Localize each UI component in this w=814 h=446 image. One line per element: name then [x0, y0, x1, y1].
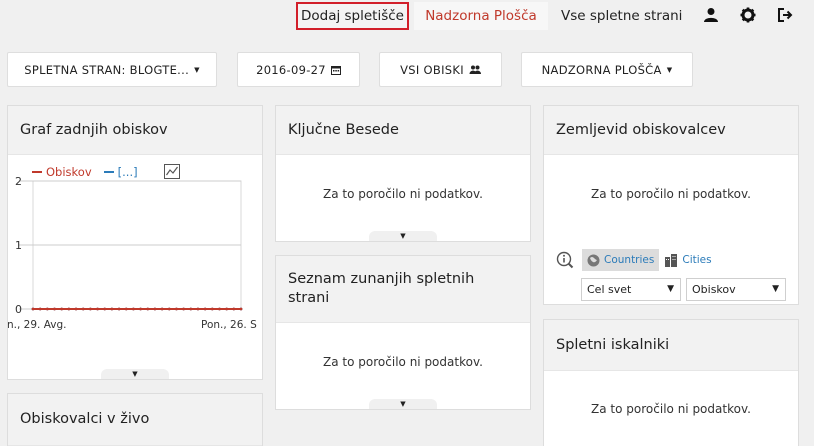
data-point — [38, 307, 42, 311]
segment-selector[interactable]: VSI OBISKI — [379, 52, 502, 87]
data-point — [45, 307, 49, 311]
data-point — [210, 307, 214, 311]
data-point — [160, 307, 164, 311]
data-point — [81, 307, 85, 311]
live-visitors-widget: Obiskovalci v živo — [7, 393, 263, 446]
data-point — [146, 307, 150, 311]
external-sites-widget: Seznam zunanjih spletnih strani Za to po… — [275, 255, 531, 410]
search-engines-widget: Spletni iskalniki Za to poročilo ni poda… — [543, 319, 799, 446]
user-icon[interactable] — [703, 7, 719, 23]
data-point — [203, 307, 207, 311]
chevron-down-icon: ▼ — [772, 284, 779, 294]
dashboard-selector[interactable]: NADZORNA PLOŠČA ▼ — [521, 52, 693, 87]
y-tick-label: 2 — [15, 175, 22, 188]
region-select[interactable]: Cel svet ▼ — [581, 278, 681, 301]
users-icon — [469, 65, 481, 74]
metric-select-value: Obiskov — [692, 283, 736, 296]
calendar-icon — [330, 65, 341, 75]
dashboard-link[interactable]: Nadzorna Plošča — [414, 2, 548, 30]
data-point — [139, 307, 142, 311]
widget-title: Graf zadnjih obiskov — [8, 106, 262, 155]
keywords-widget: Ključne Besede Za to poročilo ni podatko… — [275, 105, 531, 242]
y-tick-label: 1 — [15, 239, 22, 252]
expand-widget-button[interactable]: ▼ — [369, 231, 437, 241]
data-point — [117, 307, 121, 311]
data-point — [88, 307, 92, 311]
x-tick-label: n., 29. Avg. — [8, 319, 67, 331]
x-tick-label: Pon., 26. S — [201, 319, 257, 331]
all-sites-link[interactable]: Vse spletne strani — [561, 2, 682, 30]
data-point — [110, 307, 114, 311]
data-point — [153, 307, 157, 311]
data-point — [96, 307, 99, 311]
tab-countries-label: Countries — [604, 254, 655, 266]
visits-chart: 0 1 2 n., 29. Avg. Pon., 26. S — [8, 175, 257, 331]
site-selector-label: SPLETNA STRAN: BLOGTE... — [24, 62, 190, 77]
widget-title: Ključne Besede — [276, 106, 530, 155]
region-select-value: Cel svet — [587, 283, 632, 296]
no-data-message: Za to poročilo ni podatkov. — [323, 355, 483, 369]
widget-title: Obiskovalci v živo — [8, 394, 262, 446]
widget-title: Spletni iskalniki — [544, 320, 798, 371]
visits-graph-widget: Graf zadnjih obiskov Obiskov [...] 0 1 2 n.… — [7, 105, 263, 380]
widget-title: Zemljevid obiskovalcev — [544, 106, 798, 155]
top-nav: Dodaj spletišče Nadzorna Plošča Vse sple… — [0, 0, 814, 36]
segment-label: VSI OBISKI — [400, 62, 464, 77]
logout-icon[interactable] — [777, 7, 793, 23]
data-point — [60, 307, 64, 311]
tab-cities-label: Cities — [682, 254, 712, 266]
no-data-message: Za to poročilo ni podatkov. — [323, 187, 483, 201]
data-point — [167, 307, 171, 311]
no-data-message: Za to poročilo ni podatkov. — [591, 187, 751, 201]
data-point — [175, 307, 178, 311]
caret-down-icon: ▼ — [666, 65, 673, 74]
data-point — [225, 307, 229, 311]
data-point — [67, 307, 71, 311]
city-icon — [665, 253, 678, 267]
visitor-map-widget: Zemljevid obiskovalcev Za to poročilo ni… — [543, 105, 799, 305]
data-point — [182, 307, 186, 311]
no-data-message: Za to poročilo ni podatkov. — [591, 402, 751, 416]
data-point — [74, 307, 78, 311]
data-point — [239, 307, 243, 311]
info-icon[interactable] — [556, 251, 574, 269]
tab-cities[interactable]: Cities — [659, 249, 716, 271]
globe-icon — [587, 254, 600, 266]
data-point — [132, 307, 135, 311]
data-point — [124, 307, 128, 311]
data-point — [31, 307, 35, 311]
caret-down-icon: ▼ — [194, 65, 200, 74]
widget-title: Seznam zunanjih spletnih strani — [276, 256, 530, 323]
metric-select[interactable]: Obiskov ▼ — [686, 278, 786, 301]
y-tick-label: 0 — [15, 303, 22, 316]
dashboard-selector-label: NADZORNA PLOŠČA — [541, 62, 662, 77]
date-label: 2016-09-27 — [256, 62, 326, 77]
add-site-link[interactable]: Dodaj spletišče — [296, 2, 409, 30]
data-point — [53, 307, 56, 311]
map-view-tabs: Countries Cities — [556, 249, 717, 271]
expand-widget-button[interactable]: ▼ — [101, 369, 169, 379]
data-point — [196, 307, 200, 311]
data-point — [103, 307, 107, 311]
data-point — [189, 307, 193, 311]
expand-widget-button[interactable]: ▼ — [369, 399, 437, 409]
chevron-down-icon: ▼ — [667, 284, 674, 294]
date-selector[interactable]: 2016-09-27 — [237, 52, 360, 87]
tab-countries[interactable]: Countries — [582, 249, 660, 271]
gear-icon[interactable] — [740, 7, 756, 23]
data-point — [218, 307, 221, 311]
data-point — [232, 307, 236, 311]
site-selector[interactable]: SPLETNA STRAN: BLOGTE... ▼ — [7, 52, 217, 87]
